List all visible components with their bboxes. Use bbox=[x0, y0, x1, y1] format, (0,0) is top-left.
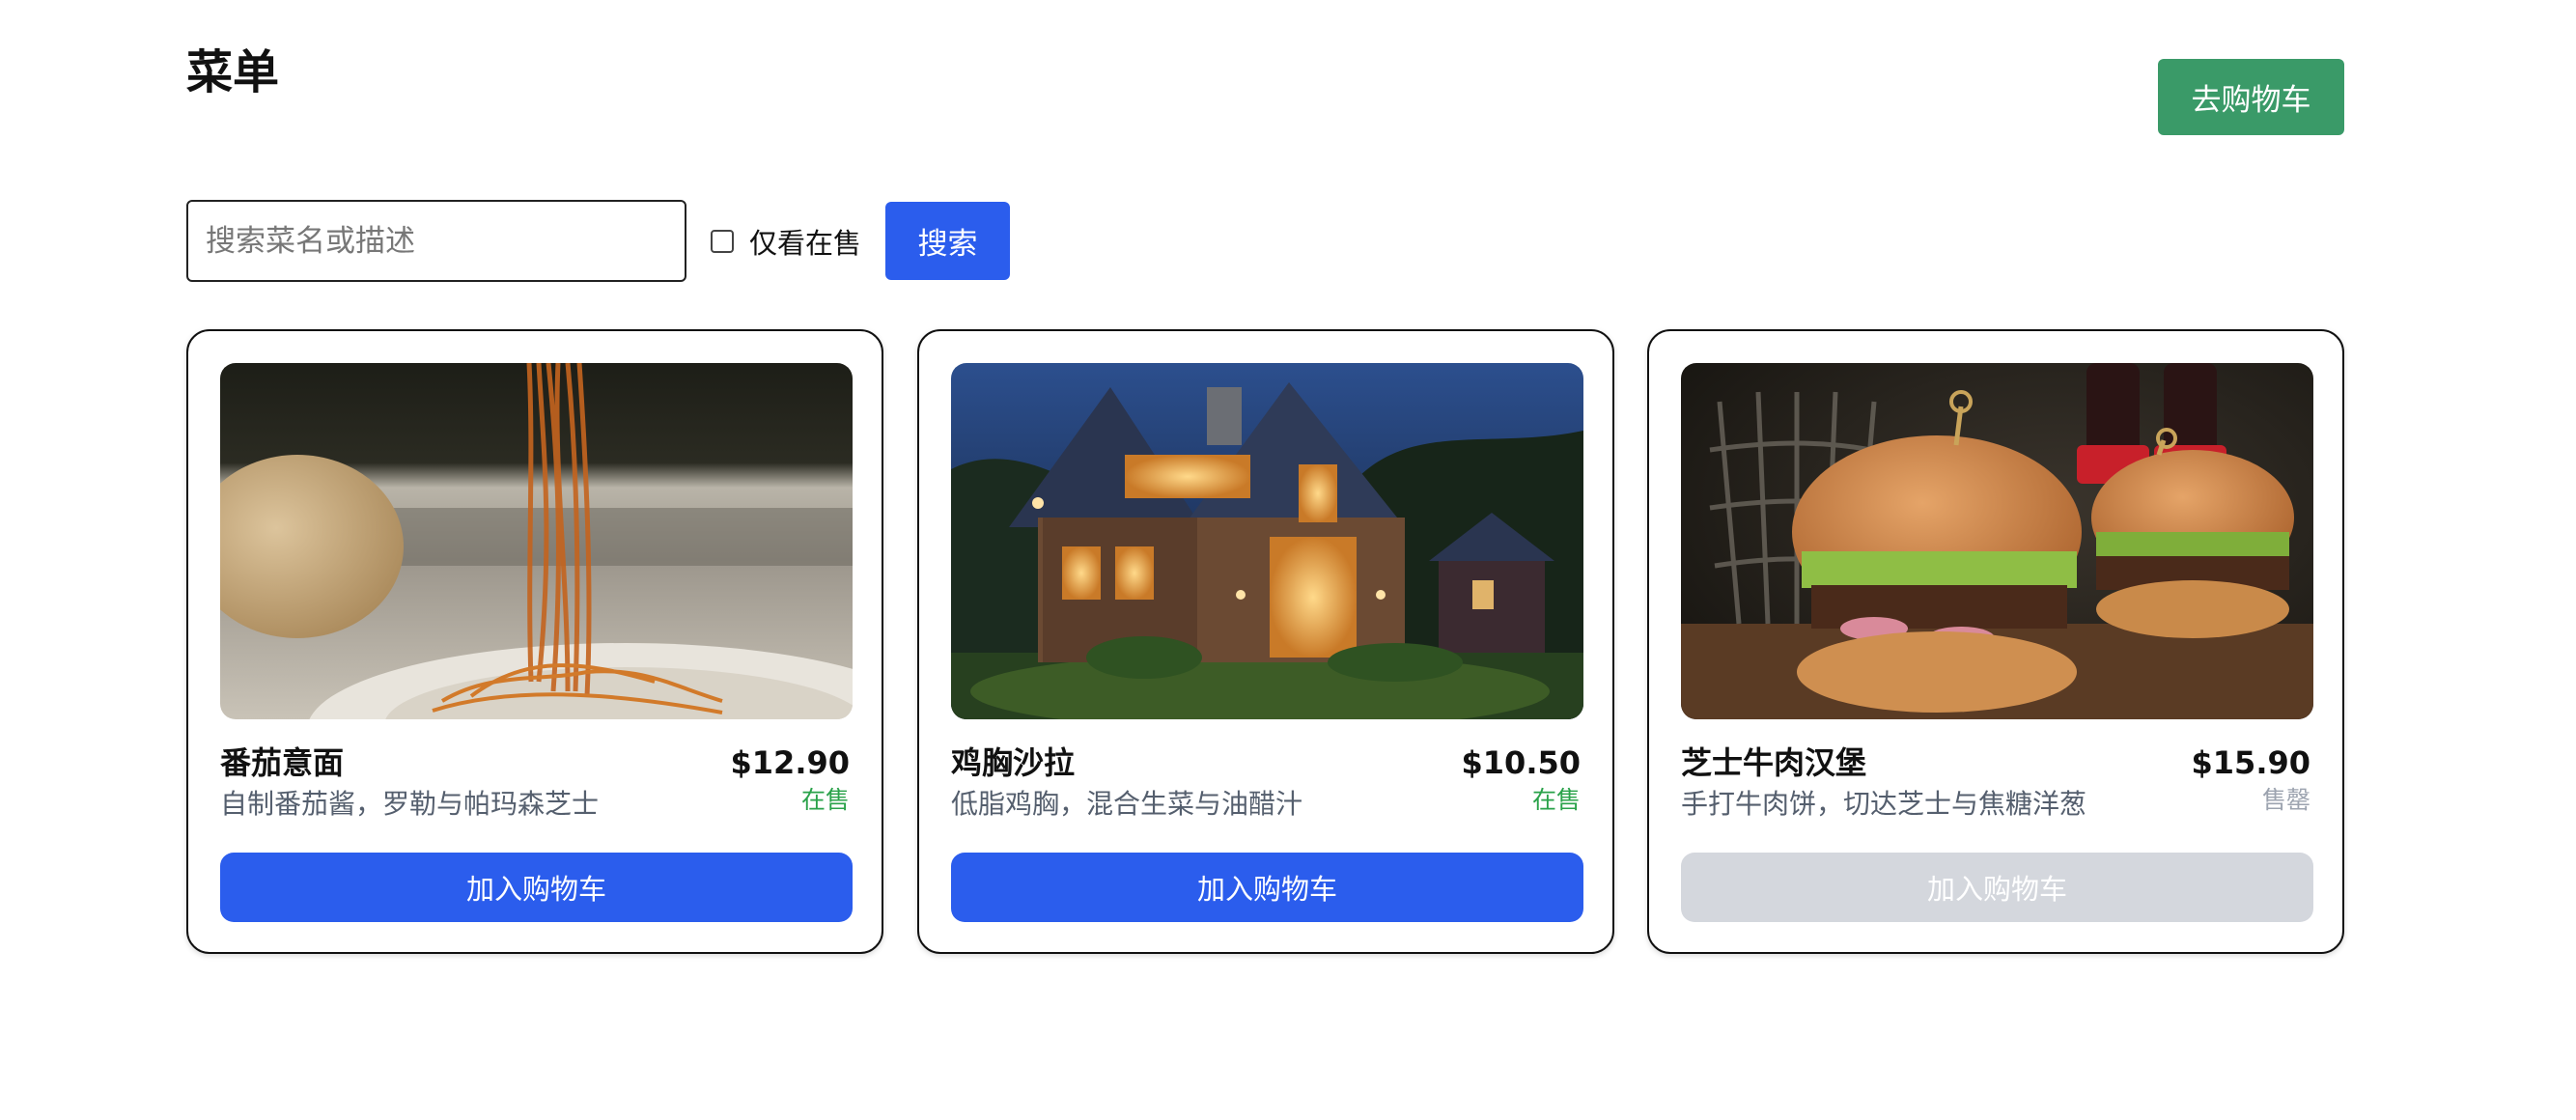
menu-item-card: 芝士牛肉汉堡 $15.90 手打牛肉饼，切达芝士与焦糖洋葱 售罄 加入购物车 bbox=[1647, 329, 2344, 954]
add-to-cart-button[interactable]: 加入购物车 bbox=[220, 853, 853, 922]
add-to-cart-button: 加入购物车 bbox=[1681, 853, 2313, 922]
house-photo bbox=[951, 363, 1583, 719]
search-button[interactable]: 搜索 bbox=[885, 202, 1011, 280]
item-name: 鸡胸沙拉 bbox=[951, 744, 1076, 781]
item-price: $10.50 bbox=[1461, 744, 1581, 781]
item-name: 芝士牛肉汉堡 bbox=[1681, 744, 1867, 781]
item-price: $15.90 bbox=[2191, 744, 2310, 781]
burger-photo bbox=[1681, 363, 2313, 719]
menu-item-card: 番茄意面 $12.90 自制番茄酱，罗勒与帕玛森芝士 在售 加入购物车 bbox=[186, 329, 883, 954]
item-description: 自制番茄酱，罗勒与帕玛森芝士 bbox=[220, 788, 600, 820]
item-description: 低脂鸡胸，混合生菜与油醋汁 bbox=[951, 788, 1303, 820]
item-name: 番茄意面 bbox=[220, 744, 345, 781]
only-on-sale-label: 仅看在售 bbox=[749, 226, 862, 260]
search-input[interactable] bbox=[186, 200, 686, 282]
status-badge: 售罄 bbox=[2261, 786, 2310, 814]
only-on-sale-checkbox[interactable] bbox=[711, 229, 734, 253]
pasta-photo bbox=[220, 363, 853, 719]
item-description: 手打牛肉饼，切达芝士与焦糖洋葱 bbox=[1681, 788, 2087, 820]
page-title: 菜单 bbox=[186, 45, 280, 99]
item-price: $12.90 bbox=[730, 744, 850, 781]
status-badge: 在售 bbox=[1531, 786, 1581, 814]
only-on-sale-filter[interactable]: 仅看在售 bbox=[711, 221, 861, 262]
go-to-cart-button[interactable]: 去购物车 bbox=[2158, 59, 2344, 135]
search-bar: 仅看在售 搜索 bbox=[186, 200, 1011, 282]
menu-item-card: 鸡胸沙拉 $10.50 低脂鸡胸，混合生菜与油醋汁 在售 加入购物车 bbox=[917, 329, 1614, 954]
add-to-cart-button[interactable]: 加入购物车 bbox=[951, 853, 1583, 922]
status-badge: 在售 bbox=[800, 786, 850, 814]
menu-page: 菜单 去购物车 仅看在售 搜索 bbox=[0, 0, 2576, 1120]
